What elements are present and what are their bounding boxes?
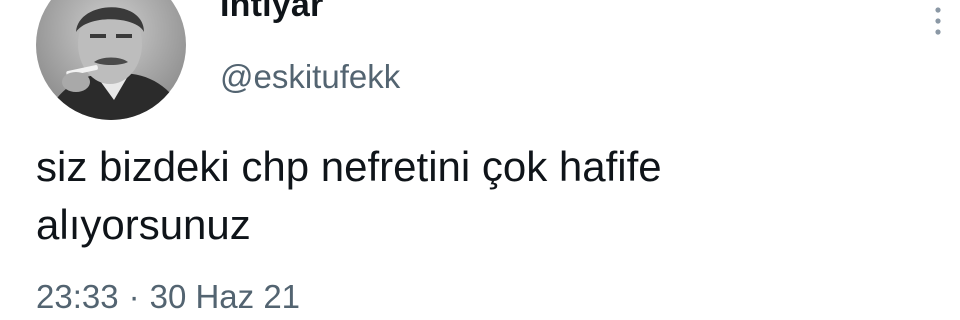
tweet-time: 23:33 <box>36 278 119 315</box>
display-name[interactable]: İhtiyar <box>220 0 323 25</box>
more-options-icon[interactable] <box>918 6 958 36</box>
tweet-date: 30 Haz 21 <box>149 278 301 315</box>
avatar[interactable] <box>36 0 186 120</box>
tweet-text-line-2: alıyorsunuz <box>36 201 251 248</box>
username-handle[interactable]: @eskitufekk <box>220 58 400 96</box>
avatar-portrait-icon <box>36 0 186 120</box>
tweet-timestamp[interactable]: 23:33 · 30 Haz 21 <box>36 278 300 316</box>
tweet-text: siz bizdeki chp nefretini çok hafife alı… <box>36 138 916 254</box>
separator-dot: · <box>128 278 140 315</box>
tweet-text-line-1: siz bizdeki chp nefretini çok hafife <box>36 143 662 190</box>
tweet-card: İhtiyar @eskitufekk siz bizdeki chp nefr… <box>0 0 960 320</box>
